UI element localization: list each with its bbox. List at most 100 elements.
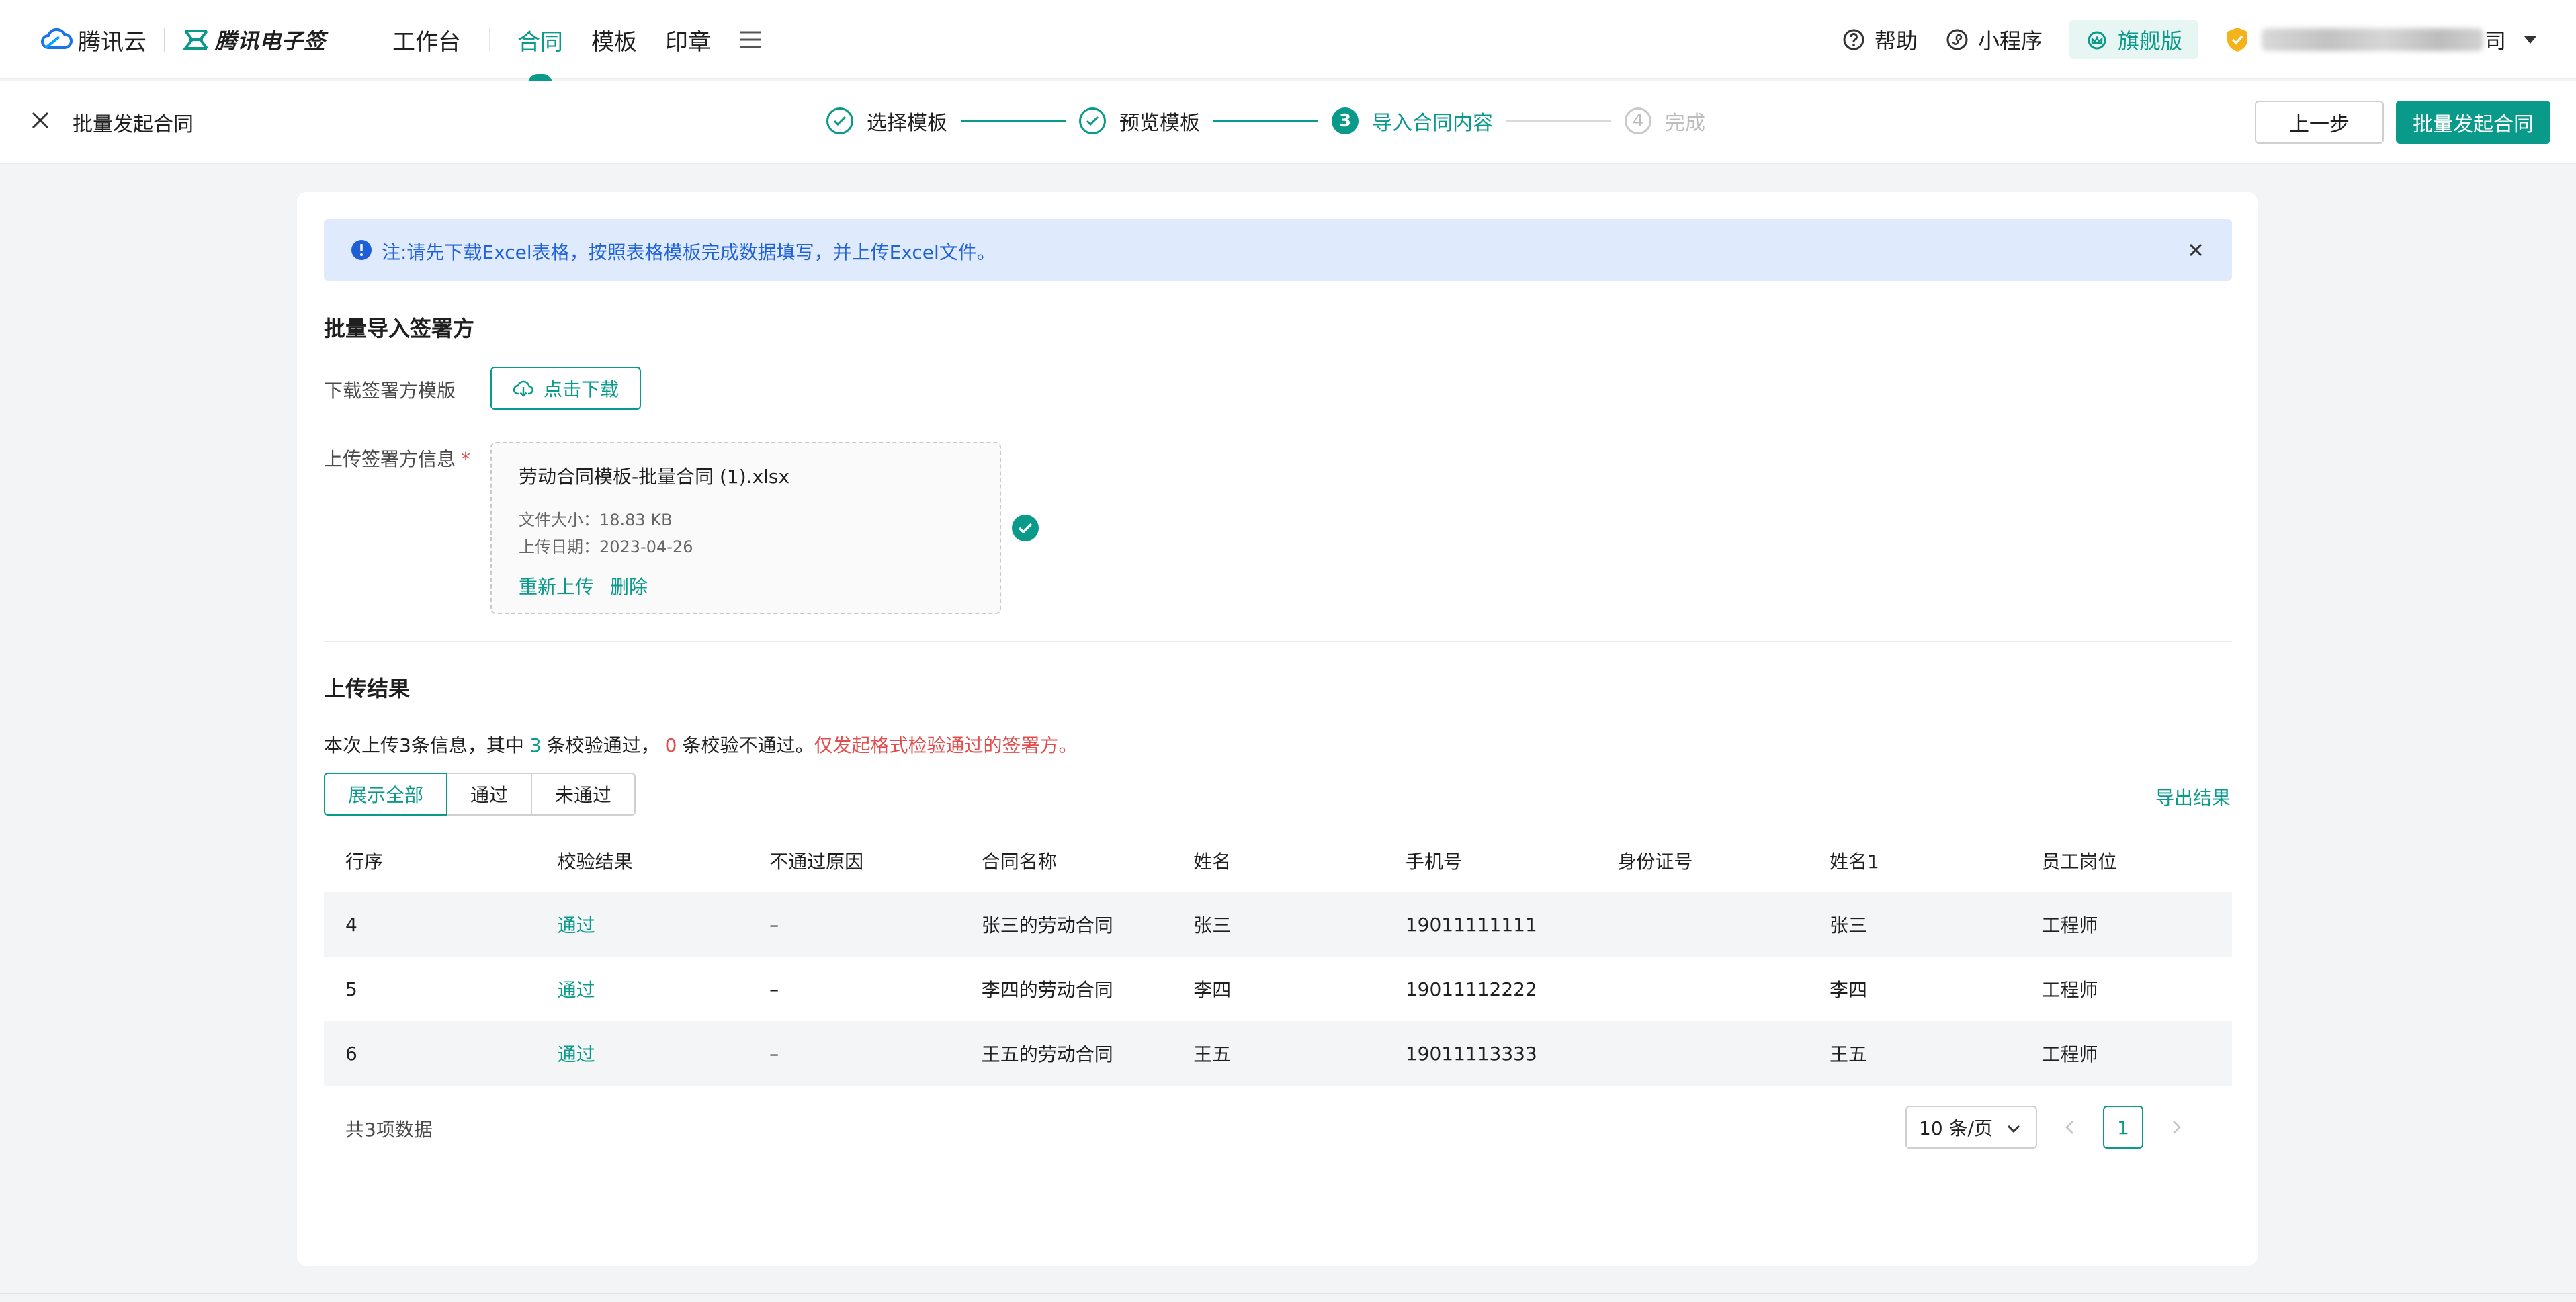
table-cell: 王五 [1193,1043,1232,1066]
step-label: 导入合同内容 [1372,112,1493,135]
table-cell: 19011112222 [1405,978,1537,1000]
crown-icon [2088,31,2106,50]
table-cell: – [769,978,779,1000]
table-cell: 5 [345,978,357,1000]
notice-banner: 注:请先下载Excel表格，按照表格模板完成数据填写，并上传Excel文件。 [324,219,2232,281]
batch-launch-button[interactable]: 批量发起合同 [2396,101,2550,144]
column-header: 合同名称 [981,851,1057,873]
mini-program-label: 小程序 [1977,28,2043,54]
filter-fail-button[interactable]: 未通过 [531,773,636,816]
reupload-link[interactable]: 重新上传 [519,572,594,599]
table-row: 4 通过 – 张三的劳动合同 张三 19011111111 张三 工程师 [324,892,2232,957]
table-cell: 王五的劳动合同 [981,1043,1113,1066]
summary-suffix: 条校验不通过。 [682,734,814,756]
company-name-suffix: 司 [2484,28,2506,54]
step-label: 预览模板 [1119,112,1200,135]
column-header: 手机号 [1405,851,1462,873]
summary-mid: 条校验通过， [546,734,660,756]
column-header: 员工岗位 [2041,851,2117,873]
result-section-title: 上传结果 [324,676,411,701]
table-cell: – [769,913,779,936]
filter-pass-button[interactable]: 通过 [446,773,533,816]
chevron-down-icon [2007,1125,2020,1133]
page-title: 批量发起合同 [73,113,194,136]
edition-badge[interactable]: 旗舰版 [2069,20,2198,59]
caret-down-icon [2524,36,2536,44]
download-button[interactable]: 点击下载 [490,367,641,410]
step-import-content: 3 导入合同内容 [1332,106,1493,136]
table-row: 6 通过 – 王五的劳动合同 王五 19011113333 王五 工程师 [324,1021,2232,1086]
nav-item-contract[interactable]: 合同 [517,24,563,83]
bottom-border [0,1293,2576,1294]
brand[interactable]: 腾讯云 腾讯电子签 [39,24,327,56]
table-row: 5 通过 – 李四的劳动合同 李四 19011112222 李四 工程师 [324,957,2232,1021]
pass-count: 3 [529,734,542,756]
nav-item-template[interactable]: 模板 [591,24,637,56]
table-cell: 李四 [1193,979,1232,1001]
table-cell: 张三 [1829,914,1867,937]
column-header: 身份证号 [1617,851,1693,873]
step-number: 3 [1332,107,1359,134]
upload-summary: 本次上传3条信息，其中 3 条校验通过， 0 条校验不通过。仅发起格式检验通过的签署方。 [324,731,1078,758]
upload-success-icon [1012,515,1039,541]
table-cell: – [769,1042,779,1065]
file-name: 劳动合同模板-批量合同 (1).xlsx [519,466,790,488]
close-icon[interactable] [30,110,51,131]
verified-shield-icon [2227,28,2247,52]
page-size-select[interactable]: 10 条/页 [1905,1106,2037,1149]
column-header: 行序 [345,851,384,873]
product-name: 腾讯电子签 [215,28,327,54]
table-cell: 通过 [557,979,595,1001]
table-header: 行序 校验结果 不通过原因 合同名称 姓名 手机号 身份证号 姓名1 员工岗位 [324,829,2232,892]
step-finish: 4 完成 [1625,106,1705,136]
step-label: 完成 [1665,112,1705,135]
step-check-icon [1079,107,1106,134]
step-header: 批量发起合同 选择模板 预览模板 3 导入合同内容 4 完成 上一步 批量发起合… [0,81,2576,164]
nav-item-seal[interactable]: 印章 [665,24,711,56]
step-check-icon [826,107,853,134]
step-connector [1506,120,1611,122]
table-cell: 19011111111 [1405,913,1537,936]
info-icon [351,240,372,260]
summary-warning: 仅发起格式检验通过的签署方。 [814,734,1078,756]
page-size-value: 10 条/页 [1919,1117,1993,1139]
download-template-label: 下载签署方模版 [324,380,456,402]
prev-page-icon[interactable] [2060,1117,2080,1137]
menu-icon[interactable] [739,30,762,49]
close-icon[interactable] [2186,241,2205,259]
table-cell: 李四的劳动合同 [981,979,1113,1001]
table-cell: 19011113333 [1405,1042,1537,1065]
nav-item-workbench[interactable]: 工作台 [392,24,461,56]
column-header: 不通过原因 [769,851,864,873]
help-link[interactable]: 帮助 [1842,24,1918,55]
top-navbar: 腾讯云 腾讯电子签 工作台 合同 模板 印章 帮助 小程序 旗舰版 司 [0,0,2576,83]
tencent-cloud-logo-icon [41,28,73,49]
brand-divider [164,28,165,52]
mini-program-link[interactable]: 小程序 [1946,24,2043,55]
table-cell: 通过 [557,914,595,937]
pagination: 10 条/页 1 [1905,1106,2209,1149]
file-size: 文件大小：18.83 KB [519,511,673,529]
company-switcher[interactable]: 司 [2225,24,2538,55]
table-cell: 张三 [1193,914,1232,937]
table-cell: 李四 [1829,979,1867,1001]
table-cell: 工程师 [2041,979,2098,1001]
download-button-label: 点击下载 [543,379,619,400]
export-results-link[interactable]: 导出结果 [2155,783,2231,810]
help-icon [1843,29,1864,50]
previous-step-button[interactable]: 上一步 [2255,101,2384,144]
next-page-icon[interactable] [2166,1117,2186,1137]
summary-prefix: 本次上传3条信息，其中 [324,734,524,756]
content-card: 注:请先下载Excel表格，按照表格模板完成数据填写，并上传Excel文件。 批… [297,192,2258,1266]
delete-link[interactable]: 删除 [610,572,648,599]
file-actions: 重新上传 删除 [519,572,664,599]
current-page-button[interactable]: 1 [2103,1106,2143,1149]
file-upload-date: 上传日期：2023-04-26 [519,537,693,556]
steps: 选择模板 预览模板 3 导入合同内容 4 完成 [826,106,1705,136]
edition-label: 旗舰版 [2117,28,2182,54]
table-cell: 工程师 [2041,1043,2098,1066]
step-connector [961,120,1066,122]
upload-signer-label-text: 上传签署方信息 [324,448,456,470]
filter-all-button[interactable]: 展示全部 [324,773,448,816]
column-header: 校验结果 [557,851,633,873]
